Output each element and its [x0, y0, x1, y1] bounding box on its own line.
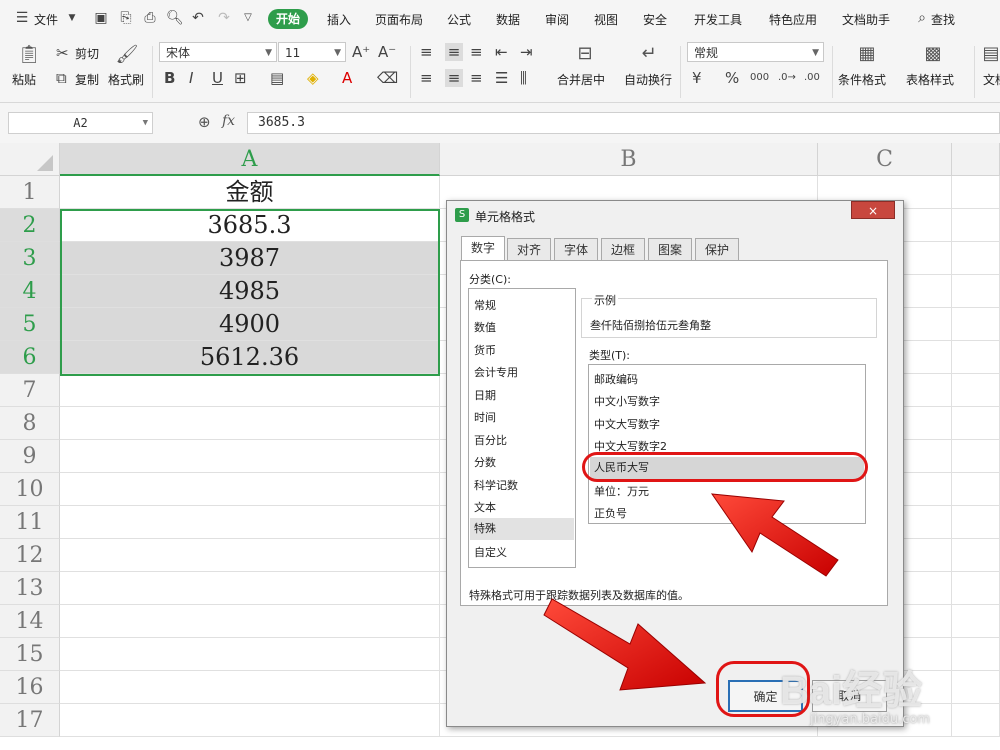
watermark-brand: Bai经验 [780, 669, 923, 713]
red-arrow-icon [543, 598, 707, 691]
red-arrow-icon [710, 493, 839, 577]
watermark: Bai经验 jingyan.baidu.com [780, 640, 1000, 750]
annotation-arrows [543, 493, 839, 691]
watermark-url: jingyan.baidu.com [810, 712, 930, 727]
